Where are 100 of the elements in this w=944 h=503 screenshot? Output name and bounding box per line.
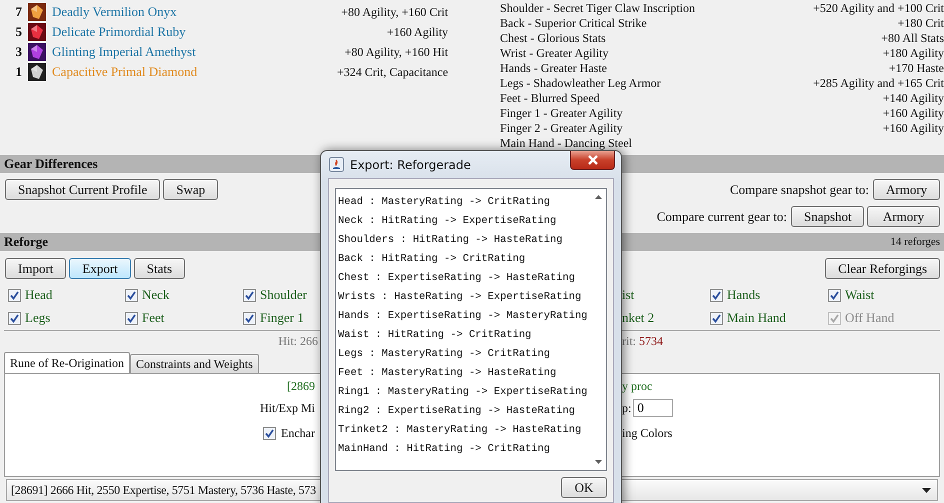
number-field[interactable]: 0 xyxy=(633,399,674,417)
field-label: p: xyxy=(622,400,632,416)
enchant-name: Chest - Glorious Stats xyxy=(500,31,606,46)
export-line: Hands : ExpertiseRating -> MasteryRating xyxy=(338,309,588,324)
export-line: Legs : MasteryRating -> CritRating xyxy=(338,347,552,362)
checkbox[interactable] xyxy=(125,288,138,302)
gem-count: 3 xyxy=(14,44,22,60)
profile-button[interactable]: Snapshot Current Profile xyxy=(5,179,160,200)
slot-label: Neck xyxy=(142,287,170,303)
export-line: MainHand : HitRating -> CritRating xyxy=(338,442,552,457)
slot-label: Waist xyxy=(845,287,874,303)
export-line: Shoulders : HitRating -> HasteRating xyxy=(338,233,564,248)
export-line: Ring1 : MasteryRating -> ExpertiseRating xyxy=(338,385,588,400)
slot-label: Hands xyxy=(727,287,760,303)
slot-label: nket 2 xyxy=(622,310,654,326)
checkbox[interactable] xyxy=(8,312,21,324)
gem-count: 7 xyxy=(14,4,22,20)
gem-link[interactable]: Deadly Vermilion Onyx xyxy=(52,4,177,20)
compare-button[interactable]: Armory xyxy=(873,179,940,200)
stat-text: rit: 5734 xyxy=(622,334,663,348)
reforge-count: 14 reforges xyxy=(890,236,940,248)
enchant-bonus: +160 Agility xyxy=(882,106,944,121)
scroll-up-icon[interactable] xyxy=(595,195,602,199)
compare-label: Compare current gear to: xyxy=(656,208,787,224)
stat-text: Hit: 266 xyxy=(278,334,318,348)
slot-label: Legs xyxy=(25,310,50,326)
export-line: Trinket2 : MasteryRating -> HasteRating xyxy=(338,423,582,438)
compare-label: Compare snapshot gear to: xyxy=(730,182,869,198)
slot-label: ist xyxy=(622,287,634,303)
close-button[interactable] xyxy=(570,151,615,170)
export-text-area[interactable] xyxy=(335,188,607,471)
compare-button[interactable]: Armory xyxy=(867,206,940,227)
clear-button[interactable]: Clear Reforgings xyxy=(825,258,940,279)
gem-count: 5 xyxy=(14,24,22,40)
dropdown-arrow-icon xyxy=(922,488,931,492)
toolbar-button[interactable]: Stats xyxy=(134,258,186,279)
app-icon xyxy=(329,157,344,172)
gem-stats: +80 Agility, +160 Crit xyxy=(341,4,448,20)
toolbar-button[interactable]: Import xyxy=(5,258,66,279)
slot-label: Finger 1 xyxy=(260,310,304,326)
enchant-bonus: +170 Haste xyxy=(888,61,944,76)
enchant-bonus: +180 Crit xyxy=(898,16,944,31)
enchant-bonus: +80 All Stats xyxy=(881,31,944,46)
checkbox[interactable] xyxy=(243,288,256,302)
enchant-bonus: +520 Agility and +100 Crit xyxy=(813,1,944,16)
export-line: Back : HitRating -> CritRating xyxy=(338,252,526,267)
checkbox[interactable] xyxy=(243,312,256,324)
checkbox[interactable] xyxy=(710,312,723,324)
slot-label: Main Hand xyxy=(727,310,786,326)
enchant-name: Hands - Greater Haste xyxy=(500,61,607,76)
gem-stats: +80 Agility, +160 Hit xyxy=(344,44,448,60)
gem-stats: +324 Crit, Capacitance xyxy=(336,64,448,80)
proc-text: [2869 xyxy=(287,379,315,393)
tab[interactable]: Constraints and Weights xyxy=(130,354,259,373)
checkbox[interactable] xyxy=(828,288,841,302)
ok-button[interactable]: OK xyxy=(561,477,607,498)
enchant-name: Legs - Shadowleather Leg Armor xyxy=(500,76,661,91)
enchant-name: Finger 1 - Greater Agility xyxy=(500,106,623,121)
checkbox[interactable] xyxy=(8,288,21,302)
gem-link[interactable]: Glinting Imperial Amethyst xyxy=(52,44,196,60)
checkbox[interactable] xyxy=(125,312,138,324)
gem-icon xyxy=(28,23,46,41)
enchant-bonus: +285 Agility and +165 Crit xyxy=(813,76,944,91)
enchant-name: Shoulder - Secret Tiger Claw Inscription xyxy=(500,1,696,16)
slot-label: Shoulder xyxy=(260,287,307,303)
gem-count: 1 xyxy=(14,64,22,80)
export-line: Chest : ExpertiseRating -> HasteRating xyxy=(338,271,576,286)
slot-label: Head xyxy=(25,287,52,303)
field-label: Hit/Exp Mi xyxy=(260,400,315,414)
export-line: Feet : MasteryRating -> HasteRating xyxy=(338,366,558,381)
toolbar-button[interactable]: Export xyxy=(69,258,131,279)
enchant-name: Wrist - Greater Agility xyxy=(500,46,609,61)
proc-text: y proc xyxy=(622,379,652,393)
slot-label: Off Hand xyxy=(845,310,894,326)
export-line: Ring2 : ExpertiseRating -> HasteRating xyxy=(338,404,576,419)
dialog-title: Export: Reforgerade xyxy=(350,158,471,172)
enchant-bonus: +160 Agility xyxy=(882,121,944,136)
enchant-name: Feet - Blurred Speed xyxy=(500,91,600,106)
scroll-down-icon[interactable] xyxy=(595,460,602,464)
checkbox[interactable] xyxy=(263,426,276,440)
enchant-bonus: +180 Agility xyxy=(882,46,944,61)
gem-stats: +160 Agility xyxy=(386,24,448,40)
gem-icon xyxy=(28,3,46,21)
checkbox[interactable] xyxy=(710,288,723,302)
enchant-name: Back - Superior Critical Strike xyxy=(500,16,647,31)
export-line: Waist : HitRating -> CritRating xyxy=(338,328,532,343)
enchant-name: Main Hand - Dancing Steel xyxy=(500,136,632,151)
checkbox-label: Enchar xyxy=(281,426,315,440)
checkbox-label: ing Colors xyxy=(622,426,672,440)
gem-icon xyxy=(28,43,46,61)
compare-button[interactable]: Snapshot xyxy=(791,206,864,227)
slot-label: Feet xyxy=(142,310,164,326)
tab[interactable]: Rune of Re-Origination xyxy=(4,352,130,373)
enchant-bonus: +140 Agility xyxy=(882,91,944,106)
profile-button[interactable]: Swap xyxy=(163,179,218,200)
close-icon xyxy=(586,155,598,165)
section-title: Reforge xyxy=(4,234,48,250)
export-line: Neck : HitRating -> ExpertiseRating xyxy=(338,214,558,229)
gem-link[interactable]: Delicate Primordial Ruby xyxy=(52,24,186,40)
enchant-name: Finger 2 - Greater Agility xyxy=(500,121,623,136)
